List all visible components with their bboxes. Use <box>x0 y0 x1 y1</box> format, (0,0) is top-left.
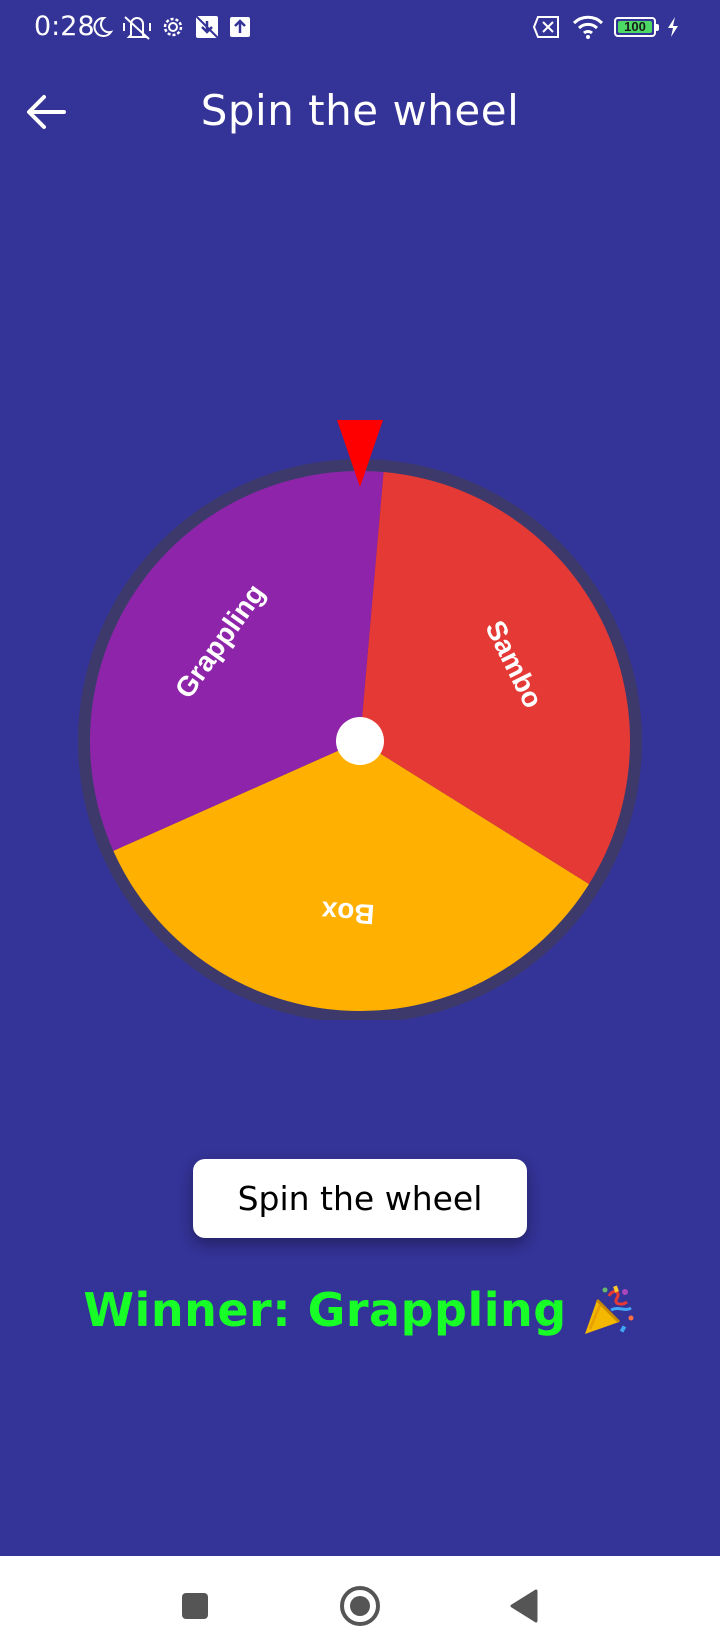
status-bar: 0:28 100 <box>0 0 720 56</box>
upload-icon <box>228 15 252 39</box>
wheel-graphic: Sambo Box Grappling <box>78 420 642 1023</box>
app-bar: Spin the wheel <box>0 56 720 166</box>
status-left-icons <box>90 10 252 44</box>
battery-icon: 100 <box>614 17 659 37</box>
nav-bar <box>0 1556 720 1650</box>
status-right-icons: 100 <box>532 10 680 44</box>
sim-off-icon <box>532 15 562 39</box>
settings-gear-icon <box>160 14 186 40</box>
moon-icon <box>90 15 114 39</box>
spin-button[interactable]: Spin the wheel <box>193 1159 527 1238</box>
home-circle-icon <box>339 1585 381 1627</box>
spin-wheel[interactable]: Sambo Box Grappling <box>75 410 645 1023</box>
nav-back-button[interactable] <box>494 1576 554 1636</box>
download-icon <box>194 14 220 40</box>
wheel-hub <box>336 717 384 765</box>
party-popper-icon <box>581 1282 637 1338</box>
wheel-label-box: Box <box>320 895 375 930</box>
winner-line: Winner: Grappling <box>0 1275 720 1345</box>
battery-level: 100 <box>624 19 646 34</box>
winner-text: Winner: Grappling <box>83 1283 567 1337</box>
status-time: 0:28 <box>34 11 95 42</box>
charging-bolt-icon <box>666 16 680 38</box>
wifi-icon <box>572 14 604 40</box>
muted-vibrate-icon <box>122 13 152 41</box>
recents-button[interactable] <box>165 1576 225 1636</box>
page-title: Spin the wheel <box>200 86 520 135</box>
recents-square-icon <box>180 1591 210 1621</box>
home-button[interactable] <box>330 1576 390 1636</box>
back-triangle-icon <box>508 1589 540 1623</box>
